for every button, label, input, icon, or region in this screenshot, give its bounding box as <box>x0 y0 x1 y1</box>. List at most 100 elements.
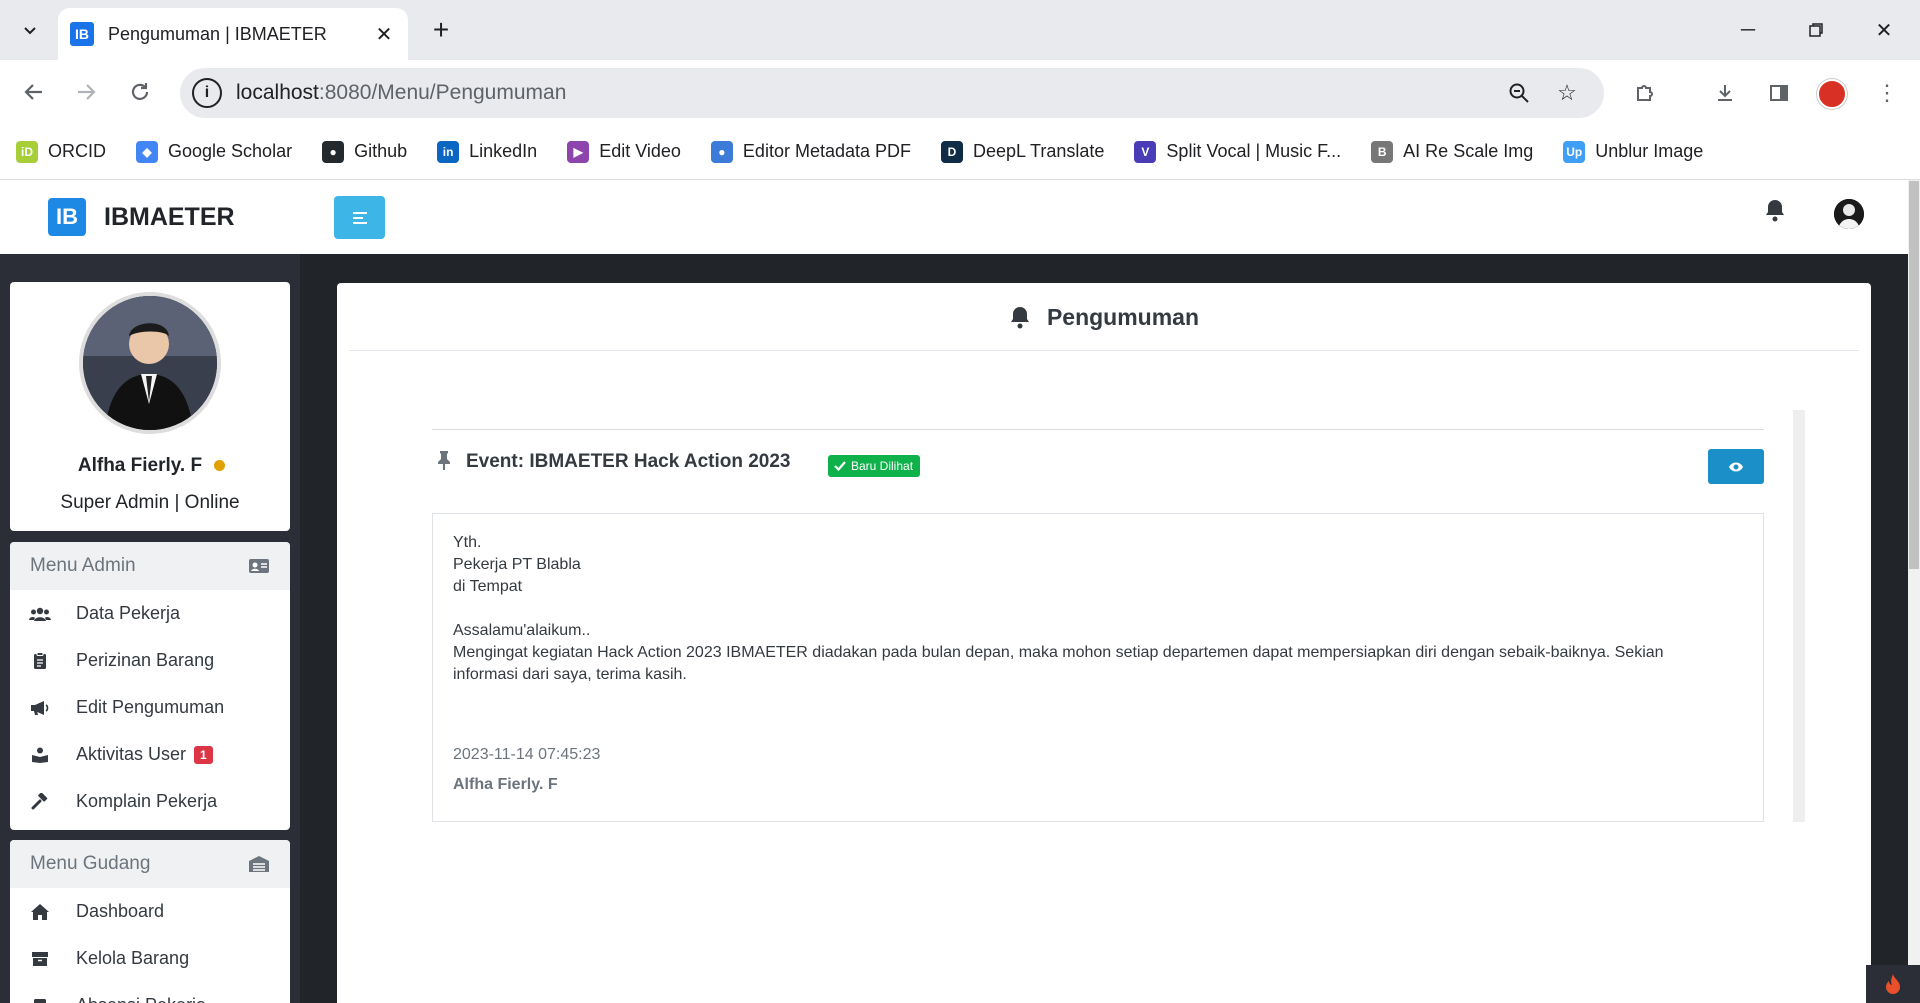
bookmark-item[interactable]: D DeepL Translate <box>941 140 1105 163</box>
bookmark-label: Google Scholar <box>168 141 293 161</box>
sidebar-item-perizinan-barang[interactable]: Perizinan Barang <box>10 637 290 684</box>
users-icon <box>28 604 52 624</box>
sidebar-item-edit-pengumuman[interactable]: Edit Pengumuman <box>10 684 290 731</box>
sidebar-item-aktivitas-user[interactable]: Aktivitas User 1 <box>10 731 290 778</box>
sidebar-item-kelola-barang[interactable]: Kelola Barang <box>10 935 290 982</box>
site-info-icon[interactable]: i <box>192 78 222 108</box>
more-options-icon[interactable]: ⋮ <box>1870 76 1904 110</box>
bookmark-item[interactable]: Up Unblur Image <box>1563 140 1704 163</box>
home-icon <box>28 902 52 922</box>
brand-logo: IB <box>48 198 86 236</box>
reload-icon[interactable] <box>122 74 158 110</box>
clipboard-icon <box>28 651 52 671</box>
bookmark-item[interactable]: ◆ Google Scholar <box>136 140 293 163</box>
browser-tab-bar: IB Pengumuman | IBMAETER ✕ + ─ ✕ <box>0 0 1920 60</box>
deepl-icon: D <box>941 140 963 163</box>
debug-toolbar-button[interactable] <box>1866 965 1920 1003</box>
user-menu-avatar[interactable] <box>1834 199 1864 229</box>
browser-tab-active[interactable]: IB Pengumuman | IBMAETER ✕ <box>58 8 408 60</box>
announcement-title: Event: IBMAETER Hack Action 2023 <box>466 451 791 472</box>
tab-favicon-icon: IB <box>70 22 94 46</box>
seen-badge-label: Baru Dilihat <box>851 459 914 473</box>
bookmark-label: LinkedIn <box>469 141 538 161</box>
forward-arrow-icon[interactable] <box>68 74 104 110</box>
sidebar-item-label: Aktivitas User <box>76 744 187 764</box>
menu-gudang-title: Menu Gudang <box>30 853 151 874</box>
user-activity-icon <box>28 745 52 765</box>
url-text: localhost:8080/Menu/Pengumuman <box>236 81 567 104</box>
sidebar-item-absensi-pekerja[interactable]: Absensi Pekerja <box>10 982 290 1003</box>
bookmarks-bar: iD ORCID ◆ Google Scholar ● Github in LinkedIn ▶… <box>0 124 1920 180</box>
announcement-line: di Tempat <box>453 578 523 595</box>
bookmark-label: Split Vocal | Music F... <box>1166 141 1342 161</box>
sidebar-item-label: Komplain Pekerja <box>76 791 218 811</box>
announcement-scrollbar[interactable] <box>1793 410 1805 822</box>
minimize-icon[interactable]: ─ <box>1728 10 1768 50</box>
bookmark-label: Editor Metadata PDF <box>742 141 911 161</box>
edit-video-icon: ▶ <box>567 140 590 163</box>
bookmark-label: Unblur Image <box>1595 141 1704 161</box>
menu-lines-icon <box>352 211 367 224</box>
bookmark-item[interactable]: iD ORCID <box>16 140 106 163</box>
browser-profile-avatar[interactable] <box>1817 79 1847 109</box>
page-title: Pengumuman <box>1046 303 1200 330</box>
brand-name: IBMAETER <box>104 202 235 231</box>
bookmark-item[interactable]: V Split Vocal | Music F... <box>1134 140 1342 163</box>
seen-badge: Baru Dilihat <box>828 455 921 477</box>
close-window-icon[interactable]: ✕ <box>1864 10 1904 50</box>
orcid-icon: iD <box>16 140 38 163</box>
bookmark-item[interactable]: ● Editor Metadata PDF <box>710 140 911 163</box>
split-vocal-icon: V <box>1134 140 1157 163</box>
menu-admin-title: Menu Admin <box>30 555 136 576</box>
page-header: Pengumuman <box>337 283 1871 351</box>
tab-search-button[interactable] <box>14 14 46 46</box>
scholar-icon: ◆ <box>136 140 158 163</box>
download-icon[interactable] <box>1708 76 1742 110</box>
announcement-body: Yth. Pekerja PT Blabla di Tempat Assalam… <box>432 513 1764 822</box>
back-arrow-icon[interactable] <box>16 74 52 110</box>
sidebar-item-komplain-pekerja[interactable]: Komplain Pekerja <box>10 778 290 825</box>
announcement-line: Yth. <box>453 534 482 551</box>
unblur-icon: Up <box>1563 140 1586 163</box>
app-header: IB IBMAETER <box>0 180 1908 254</box>
menu-gudang-header: Menu Gudang <box>10 840 290 888</box>
sidebar-item-label: Absensi Pekerja <box>76 995 206 1003</box>
menu-admin-card: Menu Admin Data Pekerja Perizinan Barang E… <box>10 542 290 830</box>
browser-toolbar: i localhost:8080/Menu/Pengumuman ☆ ⋮ <box>0 60 1920 124</box>
bookmark-star-icon[interactable]: ☆ <box>1550 76 1584 110</box>
view-announcement-button[interactable] <box>1708 449 1764 484</box>
sidebar-item-data-pekerja[interactable]: Data Pekerja <box>10 590 290 637</box>
new-tab-button[interactable]: + <box>425 14 457 46</box>
extensions-icon[interactable] <box>1628 76 1662 110</box>
announcement-author: Alfha Fierly. F <box>453 776 558 793</box>
header-divider <box>349 350 1859 351</box>
menu-gudang-card: Menu Gudang Dashboard Kelola Barang Absens… <box>10 840 290 1003</box>
sidebar-item-label: Edit Pengumuman <box>76 697 225 717</box>
pin-icon <box>438 451 450 470</box>
restore-icon[interactable] <box>1796 10 1836 50</box>
bookmark-label: DeepL Translate <box>973 141 1105 161</box>
sidebar-item-label: Kelola Barang <box>76 948 190 968</box>
bell-icon <box>1010 307 1029 329</box>
count-badge: 1 <box>194 745 213 764</box>
side-panel-icon[interactable] <box>1762 76 1796 110</box>
close-tab-icon[interactable]: ✕ <box>372 22 396 46</box>
sidebar-toggle-button[interactable] <box>334 196 385 239</box>
bookmark-item[interactable]: ● Github <box>322 140 407 163</box>
tab-title: Pengumuman | IBMAETER <box>108 23 327 44</box>
bookmark-item[interactable]: ▶ Edit Video <box>567 140 681 163</box>
brand[interactable]: IB IBMAETER <box>48 198 235 236</box>
bookmark-item[interactable]: in LinkedIn <box>437 140 538 163</box>
notification-bell-icon[interactable] <box>1764 198 1794 228</box>
sidebar-item-dashboard[interactable]: Dashboard <box>10 888 290 935</box>
rescale-icon: B <box>1371 140 1394 163</box>
announcement-line: Pekerja PT Blabla <box>453 556 581 573</box>
zoom-icon[interactable] <box>1502 76 1536 110</box>
page-scrollbar-thumb[interactable] <box>1909 181 1919 569</box>
profile-avatar <box>79 292 221 434</box>
eye-icon <box>1729 462 1743 471</box>
bookmark-item[interactable]: B AI Re Scale Img <box>1371 140 1533 163</box>
announcement-divider <box>432 429 1764 430</box>
address-bar[interactable]: i localhost:8080/Menu/Pengumuman ☆ <box>180 68 1604 118</box>
announcement-line: Assalamu'alaikum.. <box>453 622 591 639</box>
